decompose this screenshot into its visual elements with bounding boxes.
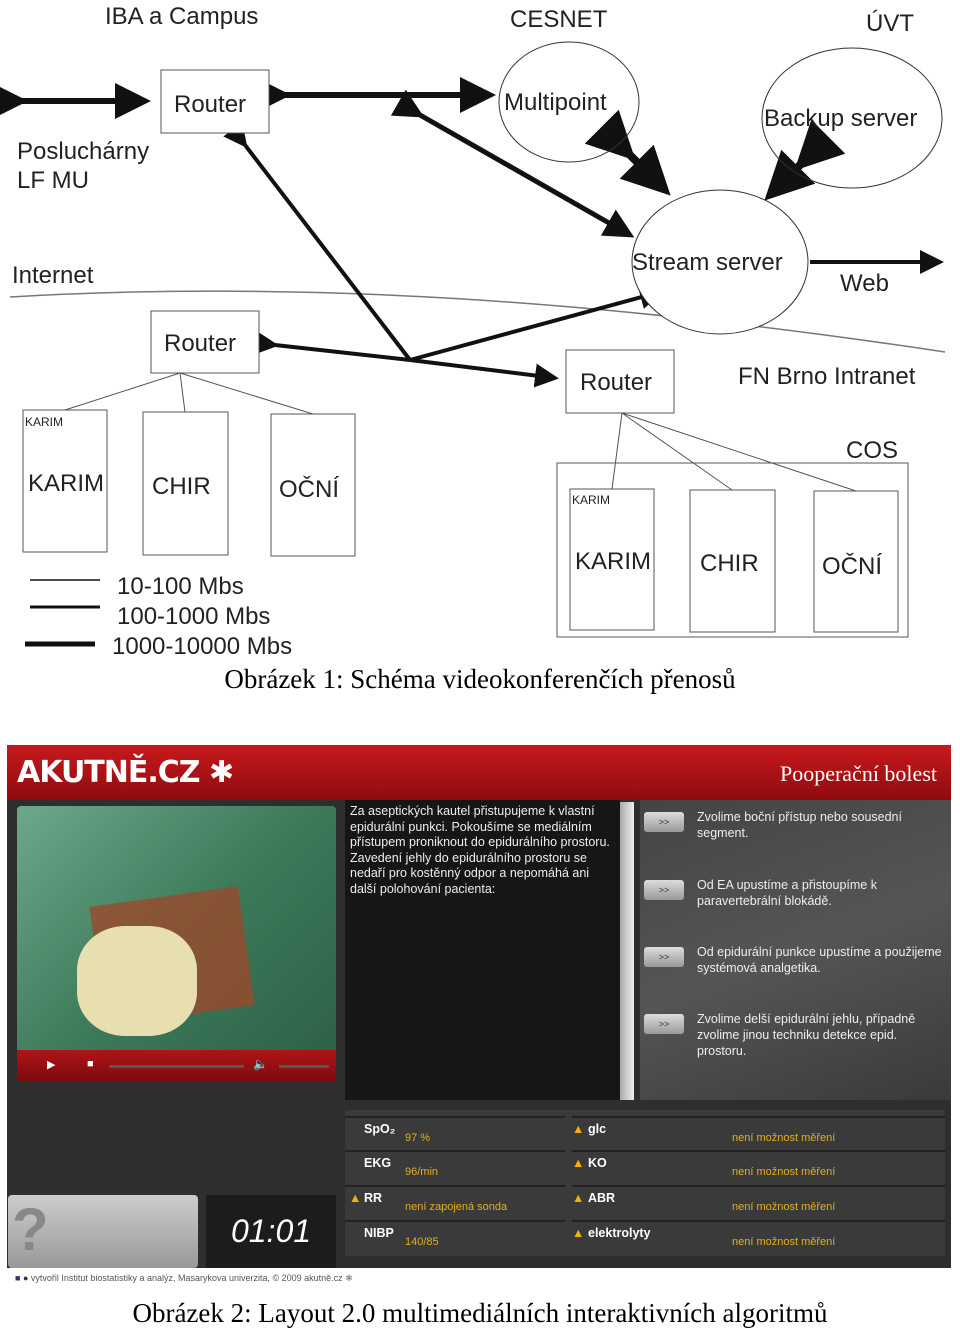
dept-karim-cos: KARIM: [575, 548, 651, 575]
vital-value: 97 %: [405, 1132, 431, 1144]
router-internet: Router: [164, 330, 236, 357]
label-uvt: ÚVT: [866, 10, 914, 37]
option-text: Od EA upustíme a přistoupíme k paraverte…: [697, 878, 877, 908]
timer: 01:01: [206, 1195, 336, 1268]
logo: AKUTNĚ.CZ ✱: [17, 755, 234, 790]
option-button[interactable]: >>: [644, 880, 684, 900]
label-cos: COS: [846, 437, 898, 464]
vital-value: 96/min: [405, 1166, 439, 1178]
label-intranet: FN Brno Intranet: [738, 363, 916, 390]
vital-label: ABR: [588, 1191, 616, 1205]
vital-label: RR: [364, 1191, 383, 1205]
router-fn: Router: [580, 369, 652, 396]
option-button[interactable]: >>: [644, 812, 684, 832]
label-cesnet: CESNET: [510, 6, 608, 33]
label-lfmu: LF MU: [17, 167, 89, 194]
legend-item: 10-100 Mbs: [117, 573, 244, 600]
option-text: Od epidurální punkce upustíme a použijem…: [697, 945, 942, 975]
vital-value: není možnost měření: [732, 1236, 836, 1248]
mu-logo-icon: ●: [22, 1273, 29, 1283]
label-campus: IBA a Campus: [105, 3, 258, 30]
options-panel: >> Zvolime boční přístup nebo sousední se…: [640, 800, 951, 1100]
play-icon[interactable]: ▶: [47, 1058, 55, 1071]
vital-label: NIBP: [364, 1226, 394, 1240]
router-campus: Router: [174, 91, 246, 118]
node-multipoint: Multipoint: [504, 89, 607, 116]
vital-label: elektrolyty: [588, 1226, 651, 1240]
warning-icon: ▲: [572, 1226, 585, 1240]
node-stream-server: Stream server: [632, 249, 783, 276]
option-button[interactable]: >>: [644, 1014, 684, 1034]
option-button[interactable]: >>: [644, 947, 684, 967]
seek-bar[interactable]: [109, 1065, 244, 1068]
caption-1: Obrázek 1: Schéma videokonferenčích přen…: [224, 664, 736, 694]
akutne-logo-icon: ✱: [345, 1273, 353, 1283]
volume-slider[interactable]: [279, 1065, 329, 1068]
vital-label: glc: [588, 1122, 607, 1136]
footer-text: vytvořil Institut biostatistiky a analýz…: [30, 1273, 343, 1283]
dept-karim-tag: KARIM: [25, 415, 63, 429]
scrollbar[interactable]: [620, 802, 634, 1100]
stop-icon[interactable]: ■: [87, 1058, 94, 1070]
vitals-panel: SpO₂ 97 % EKG 96/min ▲ RR není zapojená sond…: [345, 1110, 945, 1256]
option-text: Zvolime boční přístup nebo sousední segm…: [697, 810, 902, 840]
akutne-app-screenshot: AKUTNĚ.CZ ✱ Pooperační bolest ▶ ■ 🔈 Za a…: [7, 745, 951, 1288]
case-title: Pooperační bolest: [779, 761, 937, 786]
vital-value: 140/85: [405, 1236, 439, 1248]
label-posluchárny: Posluchárny: [17, 138, 149, 165]
vital-value: není zapojená sonda: [405, 1201, 508, 1213]
dept-ocni-cos: OČNÍ: [822, 552, 882, 580]
legend-item: 100-1000 Mbs: [117, 603, 270, 630]
vital-value: není možnost měření: [732, 1201, 836, 1213]
network-diagram: IBA a Campus CESNET ÚVT Router Router Ro…: [0, 3, 946, 660]
option-text: Zvolime delší epidurální jehlu, případně…: [697, 1012, 916, 1058]
vital-value: není možnost měření: [732, 1166, 836, 1178]
help-button[interactable]: ?: [8, 1195, 198, 1268]
video-controls: ▶ ■ 🔈: [17, 1050, 336, 1082]
app-header: AKUTNĚ.CZ ✱ Pooperační bolest: [7, 745, 951, 800]
dept-chir-cos: CHIR: [700, 550, 759, 577]
warning-icon: ▲: [572, 1156, 585, 1170]
dept-chir: CHIR: [152, 473, 211, 500]
vital-label: EKG: [364, 1156, 392, 1170]
label-web: Web: [840, 270, 889, 297]
dept-karim-tag: KARIM: [572, 493, 610, 507]
label-internet: Internet: [12, 262, 94, 289]
warning-icon: ▲: [572, 1122, 585, 1136]
vital-value: není možnost měření: [732, 1132, 836, 1144]
caption-2: Obrázek 2: Layout 2.0 multimediálních in…: [132, 1298, 828, 1328]
warning-icon: ▲: [572, 1191, 585, 1205]
legend-item: 1000-10000 Mbs: [112, 633, 292, 660]
iba-logo-icon: ■: [15, 1273, 21, 1283]
dept-ocni: OČNÍ: [279, 475, 339, 503]
warning-icon: ▲: [349, 1191, 362, 1205]
dept-karim: KARIM: [28, 470, 104, 497]
vital-label: KO: [588, 1156, 607, 1170]
vital-label: SpO₂: [364, 1122, 396, 1136]
node-backup-server: Backup server: [764, 105, 917, 132]
volume-icon[interactable]: 🔈: [253, 1057, 268, 1071]
footer: ■ ● vytvořil Institut biostatistiky a an…: [7, 1268, 951, 1288]
case-description: Za aseptických kautel přistupujeme k vla…: [345, 800, 620, 1100]
video-player[interactable]: [17, 806, 336, 1082]
